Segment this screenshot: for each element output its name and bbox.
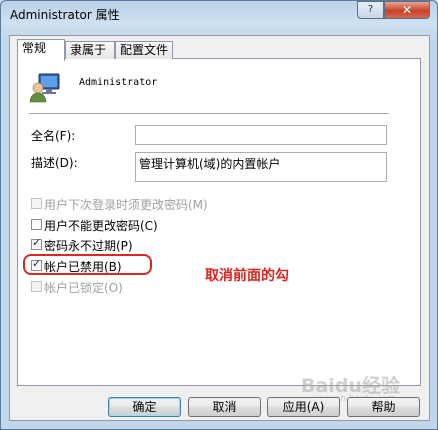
fullname-label: 全名(F): [31, 129, 76, 143]
username-label: Administrator [79, 77, 158, 88]
fullname-field[interactable] [135, 125, 387, 145]
option-label: 用户不能更改密码(C) [44, 219, 158, 233]
tab-member-of[interactable]: 隶属于 [65, 41, 115, 59]
tab-general[interactable]: 常规 [17, 39, 65, 61]
option-label: 密码永不过期(P) [44, 239, 133, 253]
annotation-highlight [23, 254, 152, 275]
help-button[interactable]: 帮助 [347, 397, 420, 417]
tab-profile[interactable]: 配置文件 [115, 41, 173, 59]
checkbox[interactable] [31, 219, 42, 230]
apply-button[interactable]: 应用(A) [267, 397, 340, 417]
checkbox[interactable] [31, 236, 42, 250]
title-bar[interactable]: Administrator 属性 ? ✕ [1, 1, 438, 29]
separator [29, 113, 389, 114]
option-label: 用户下次登录时须更改密码(M) [44, 198, 208, 212]
user-account-icon [29, 73, 63, 103]
ok-button[interactable]: 确定 [108, 397, 181, 417]
description-label: 描述(D): [31, 156, 78, 170]
properties-dialog: Administrator 属性 ? ✕ 常规 隶属于 配置文件 Adminis… [0, 0, 438, 430]
checkbox[interactable] [31, 198, 42, 209]
close-button[interactable]: ✕ [384, 1, 430, 19]
checkbox[interactable] [31, 281, 42, 292]
window-title: Administrator 属性 [10, 8, 120, 22]
cancel-button[interactable]: 取消 [188, 397, 261, 417]
annotation-text: 取消前面的勾 [205, 268, 289, 284]
option-label: 帐户已锁定(O) [44, 281, 123, 295]
help-title-button[interactable]: ? [357, 1, 384, 19]
description-field[interactable]: 管理计算机(域)的内置帐户 [135, 152, 387, 182]
